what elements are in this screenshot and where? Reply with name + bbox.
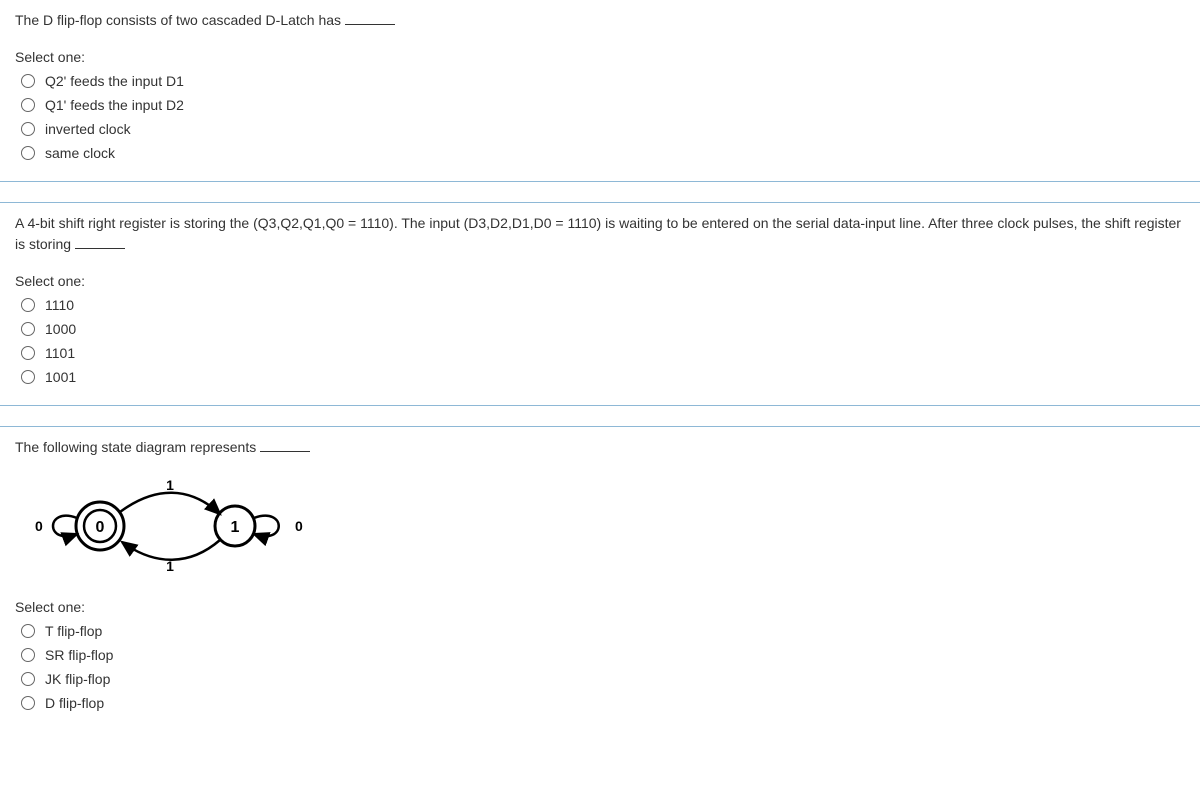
question-1: The D flip-flop consists of two cascaded… <box>0 0 1200 182</box>
radio-icon[interactable] <box>21 122 35 136</box>
blank-line <box>260 451 310 452</box>
option-label: same clock <box>45 145 115 161</box>
transition-0-1-label: 1 <box>166 477 174 493</box>
state-diagram: 0 1 0 0 1 1 <box>25 476 1185 579</box>
option-label: 1110 <box>45 297 74 313</box>
option-q1-b[interactable]: Q1' feeds the input D2 <box>21 97 1185 113</box>
option-label: 1000 <box>45 321 76 337</box>
self-loop-0-label: 0 <box>35 518 43 534</box>
question-3-options: T flip-flop SR flip-flop JK flip-flop D … <box>15 623 1185 711</box>
radio-icon[interactable] <box>21 298 35 312</box>
state-diagram-svg: 0 1 0 0 1 1 <box>25 476 325 576</box>
radio-icon[interactable] <box>21 696 35 710</box>
transition-1-0 <box>122 540 220 560</box>
state-1-label: 1 <box>231 519 240 536</box>
blank-line <box>75 248 125 249</box>
transition-0-1 <box>120 493 220 514</box>
question-1-text: The D flip-flop consists of two cascaded… <box>15 10 1185 31</box>
question-3-text: The following state diagram represents <box>15 437 1185 458</box>
question-1-options: Q2' feeds the input D1 Q1' feeds the inp… <box>15 73 1185 161</box>
state-0-label: 0 <box>96 519 105 536</box>
option-label: SR flip-flop <box>45 647 113 663</box>
option-q2-b[interactable]: 1000 <box>21 321 1185 337</box>
radio-icon[interactable] <box>21 370 35 384</box>
radio-icon[interactable] <box>21 346 35 360</box>
option-q1-d[interactable]: same clock <box>21 145 1185 161</box>
question-2-options: 1110 1000 1101 1001 <box>15 297 1185 385</box>
option-q3-c[interactable]: JK flip-flop <box>21 671 1185 687</box>
option-label: D flip-flop <box>45 695 104 711</box>
option-q1-a[interactable]: Q2' feeds the input D1 <box>21 73 1185 89</box>
radio-icon[interactable] <box>21 146 35 160</box>
blank-line <box>345 24 395 25</box>
self-loop-1-label: 0 <box>295 518 303 534</box>
select-one-label: Select one: <box>15 49 1185 65</box>
radio-icon[interactable] <box>21 648 35 662</box>
select-one-label: Select one: <box>15 273 1185 289</box>
option-q2-c[interactable]: 1101 <box>21 345 1185 361</box>
radio-icon[interactable] <box>21 98 35 112</box>
question-2-stem: A 4-bit shift right register is storing … <box>15 215 1181 252</box>
question-3: The following state diagram represents 0… <box>0 426 1200 716</box>
option-q2-a[interactable]: 1110 <box>21 297 1185 313</box>
transition-1-0-label: 1 <box>166 558 174 574</box>
radio-icon[interactable] <box>21 624 35 638</box>
option-q1-c[interactable]: inverted clock <box>21 121 1185 137</box>
question-1-stem: The D flip-flop consists of two cascaded… <box>15 12 341 28</box>
radio-icon[interactable] <box>21 322 35 336</box>
question-2: A 4-bit shift right register is storing … <box>0 202 1200 406</box>
question-2-text: A 4-bit shift right register is storing … <box>15 213 1185 255</box>
self-loop-0 <box>53 516 77 537</box>
option-q3-a[interactable]: T flip-flop <box>21 623 1185 639</box>
option-label: T flip-flop <box>45 623 102 639</box>
option-label: JK flip-flop <box>45 671 110 687</box>
option-q3-b[interactable]: SR flip-flop <box>21 647 1185 663</box>
option-label: 1001 <box>45 369 76 385</box>
option-label: Q1' feeds the input D2 <box>45 97 184 113</box>
option-q2-d[interactable]: 1001 <box>21 369 1185 385</box>
select-one-label: Select one: <box>15 599 1185 615</box>
question-3-stem: The following state diagram represents <box>15 439 256 455</box>
option-label: inverted clock <box>45 121 131 137</box>
option-label: 1101 <box>45 345 75 361</box>
radio-icon[interactable] <box>21 672 35 686</box>
option-q3-d[interactable]: D flip-flop <box>21 695 1185 711</box>
option-label: Q2' feeds the input D1 <box>45 73 184 89</box>
radio-icon[interactable] <box>21 74 35 88</box>
self-loop-1 <box>254 516 279 537</box>
